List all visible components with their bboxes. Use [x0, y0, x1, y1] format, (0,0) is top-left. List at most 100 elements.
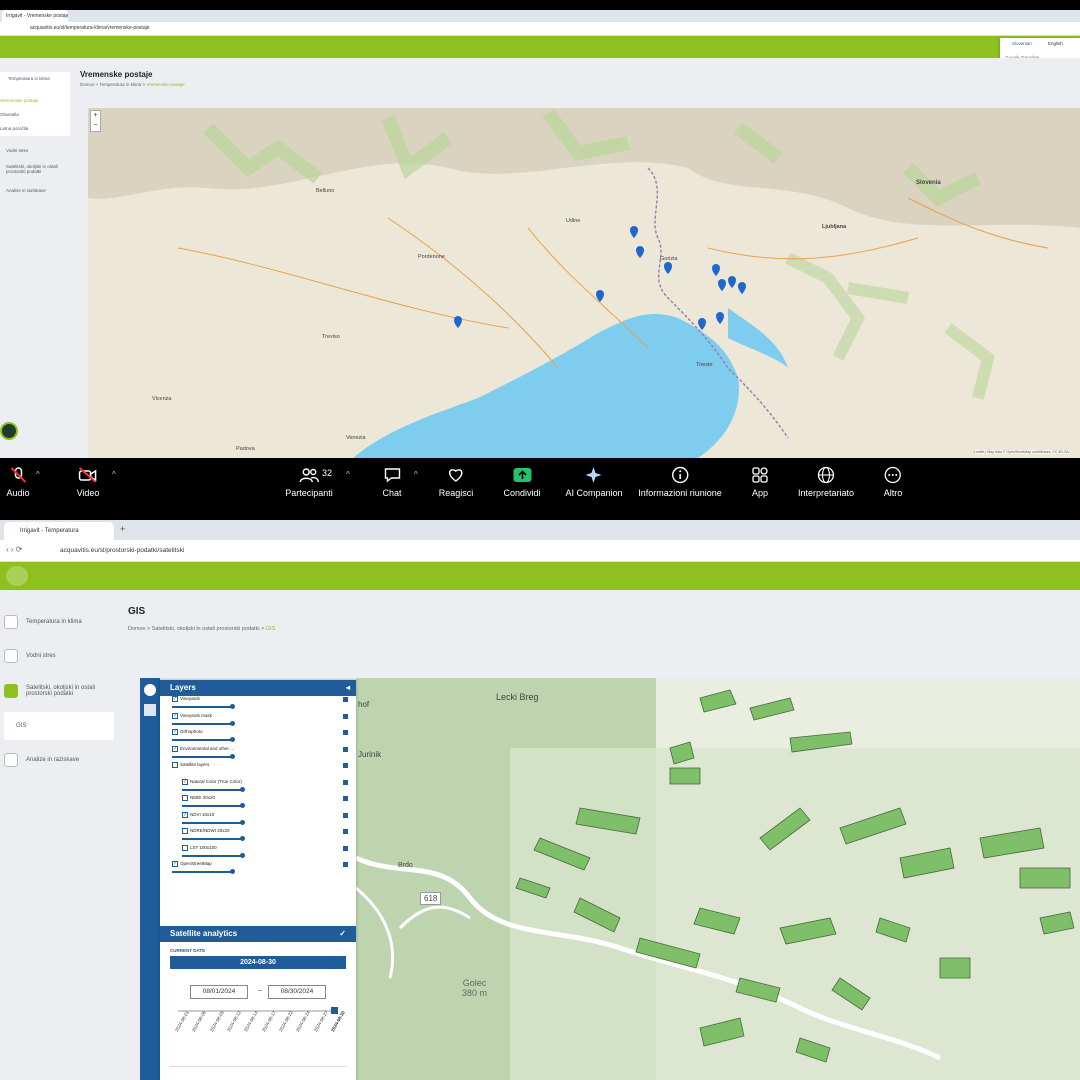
sidebar-item-temperature[interactable]: Temperatura in klima	[8, 76, 50, 81]
checkbox-checked-icon[interactable]: ✓	[182, 778, 188, 785]
zoom-out-button[interactable]: −	[91, 121, 100, 131]
layer-info-icon[interactable]	[343, 697, 348, 702]
sidebar2-item-satellite[interactable]: Satelitski, okoljski in ostali prostorsk…	[4, 676, 118, 706]
layer-row[interactable]: ✓ Environmental and other ...	[160, 745, 356, 763]
sidebar2-item-water-stress[interactable]: Vodni stres	[4, 642, 118, 670]
date-to-input[interactable]: 08/30/2024	[268, 985, 326, 999]
layer-row[interactable]: ✓ Orthophoto	[160, 729, 356, 746]
layers-tool-icon[interactable]	[144, 704, 156, 716]
browser-tab[interactable]: Irrigavit - Vremenske postaje	[2, 10, 68, 22]
checkbox-checked-icon[interactable]: ✓	[172, 712, 178, 719]
checkbox-icon[interactable]	[182, 795, 188, 801]
layer-info-icon[interactable]	[343, 763, 348, 768]
opacity-slider[interactable]	[172, 737, 235, 742]
video-button[interactable]: Video	[77, 466, 99, 498]
opacity-slider[interactable]	[172, 720, 235, 726]
opacity-slider[interactable]	[182, 819, 245, 825]
meeting-info-button[interactable]: Informazioni riunione	[638, 466, 722, 498]
more-button[interactable]: Altro	[884, 466, 902, 498]
sidebar2-item-temperature[interactable]: Temperatura in klima	[4, 608, 118, 636]
chat-button[interactable]: Chat	[382, 466, 402, 498]
checkbox-icon[interactable]	[182, 844, 188, 851]
layer-row[interactable]: NDRE/NDWI 20x20	[160, 828, 356, 845]
layer-info-icon[interactable]	[343, 779, 348, 785]
layer-row[interactable]: LST 100x100	[160, 844, 356, 862]
layer-info-icon[interactable]	[343, 829, 348, 834]
zoom-in-button[interactable]: +	[91, 111, 100, 121]
map-label-venezia: Venezia	[346, 435, 366, 441]
layer-label: Natural Color (True Color)	[190, 778, 242, 784]
layer-row[interactable]: ✓ Vineyards	[160, 696, 356, 713]
layer-row[interactable]: NMDI 20x20	[160, 795, 356, 812]
layers-header[interactable]: Layers ◂	[160, 680, 356, 696]
opacity-slider[interactable]	[182, 803, 245, 808]
address-bar[interactable]: acquavitis.eu/sl/temperatura-klima/vreme…	[0, 22, 1080, 36]
sidebar2-item-analyses[interactable]: Analize in raziskave	[4, 746, 118, 774]
sidebar-item-reports[interactable]: Letna poročila	[0, 126, 28, 131]
layer-info-icon[interactable]	[343, 796, 348, 801]
nav-icons[interactable]: ‹ › ⟳	[6, 545, 22, 554]
layer-info-icon[interactable]	[343, 845, 348, 851]
sidebar-2: Temperatura in klima Vodni stres Satelit…	[0, 602, 118, 774]
map-label-brdo: Brdo	[398, 862, 413, 869]
site-logo-icon[interactable]	[6, 566, 28, 586]
layers-title: Layers	[170, 683, 196, 692]
address-bar-2[interactable]: ‹ › ⟳ acquavitis.eu/sl/prostorski-podatk…	[0, 540, 1080, 562]
opacity-slider[interactable]	[172, 704, 235, 709]
sidebar-item-water-stress[interactable]: Vodni stres	[6, 148, 28, 153]
breadcrumb-home[interactable]: Domov	[80, 82, 94, 87]
layer-row[interactable]: Satellite layers	[160, 762, 356, 779]
opacity-slider[interactable]	[182, 786, 245, 792]
breadcrumb-section[interactable]: Temperatura in klima	[99, 82, 141, 87]
opacity-slider[interactable]	[182, 852, 245, 858]
audio-caret-icon[interactable]: ^	[36, 470, 40, 479]
new-tab-icon[interactable]: +	[120, 524, 125, 534]
breadcrumb2-section[interactable]: Satelitski, okoljski in ostali prostorsk…	[152, 626, 260, 632]
info-tool-icon[interactable]	[144, 684, 156, 696]
checkbox-icon[interactable]	[172, 762, 178, 768]
map-label-treviso: Treviso	[322, 334, 340, 340]
lang-item-slovenian[interactable]: Slovenian	[1012, 41, 1032, 46]
opacity-slider[interactable]	[172, 869, 235, 874]
participants-caret-icon[interactable]: ^	[346, 470, 350, 479]
sidebar-item-satellite[interactable]: Satelitski, okoljski in ostali prostorsk…	[6, 164, 60, 174]
video-caret-icon[interactable]: ^	[112, 470, 116, 479]
edit-fab-icon[interactable]	[0, 422, 18, 440]
gis-map[interactable]: Lecki Breg Golec 380 m 618 Brdo hof Juri…	[140, 678, 1080, 1080]
sidebar-item-stations[interactable]: Vremenske postaje	[0, 98, 38, 103]
checkbox-checked-icon[interactable]: ✓	[172, 696, 178, 702]
checkbox-checked-icon[interactable]: ✓	[182, 811, 188, 818]
ai-companion-button[interactable]: AI Companion	[565, 466, 623, 498]
opacity-slider[interactable]	[172, 753, 235, 759]
stations-map[interactable]: + − Slovenia Ljubljana Belluno Udine Gor…	[88, 108, 1080, 458]
sidebar-item-notices[interactable]: Obvestila	[0, 112, 19, 117]
layer-info-icon[interactable]	[343, 730, 348, 735]
apps-button[interactable]: App	[751, 466, 769, 498]
interpretation-button[interactable]: Interpretariato	[798, 466, 854, 498]
lang-item-english[interactable]: English	[1048, 41, 1063, 46]
share-button[interactable]: Condividi	[503, 466, 541, 498]
checkbox-checked-icon[interactable]: ✓	[172, 861, 178, 867]
layer-row[interactable]: ✓ Natural Color (True Color)	[160, 778, 356, 796]
layer-info-icon[interactable]	[343, 862, 348, 867]
layer-row[interactable]: ✓ NDVI 10x10	[160, 811, 356, 829]
chat-caret-icon[interactable]: ^	[414, 470, 418, 479]
satellite-analytics-header[interactable]: Satellite analytics ✓	[160, 926, 356, 942]
checkbox-icon[interactable]	[182, 828, 188, 834]
layer-row[interactable]: ✓ Vineyards mask	[160, 712, 356, 730]
checkbox-checked-icon[interactable]: ✓	[172, 729, 178, 735]
sidebar-item-analyses[interactable]: Analize in raziskave	[6, 188, 46, 193]
opacity-slider[interactable]	[182, 836, 245, 841]
layer-info-icon[interactable]	[343, 812, 348, 818]
checkbox-checked-icon[interactable]: ✓	[172, 745, 178, 752]
date-slider-handle[interactable]	[331, 1007, 338, 1014]
layer-info-icon[interactable]	[343, 746, 348, 752]
layer-info-icon[interactable]	[343, 713, 348, 719]
date-from-input[interactable]: 08/01/2024	[190, 985, 248, 999]
react-button[interactable]: Reagisci	[439, 466, 473, 498]
layer-row[interactable]: ✓ OpenStreetMap	[160, 861, 356, 878]
breadcrumb2-home[interactable]: Domov	[128, 626, 145, 632]
browser-tab-2[interactable]: Irrigavit - Temperatura	[4, 522, 114, 540]
sidebar2-item-gis[interactable]: GIS	[4, 712, 114, 740]
audio-button[interactable]: Audio	[6, 466, 30, 498]
